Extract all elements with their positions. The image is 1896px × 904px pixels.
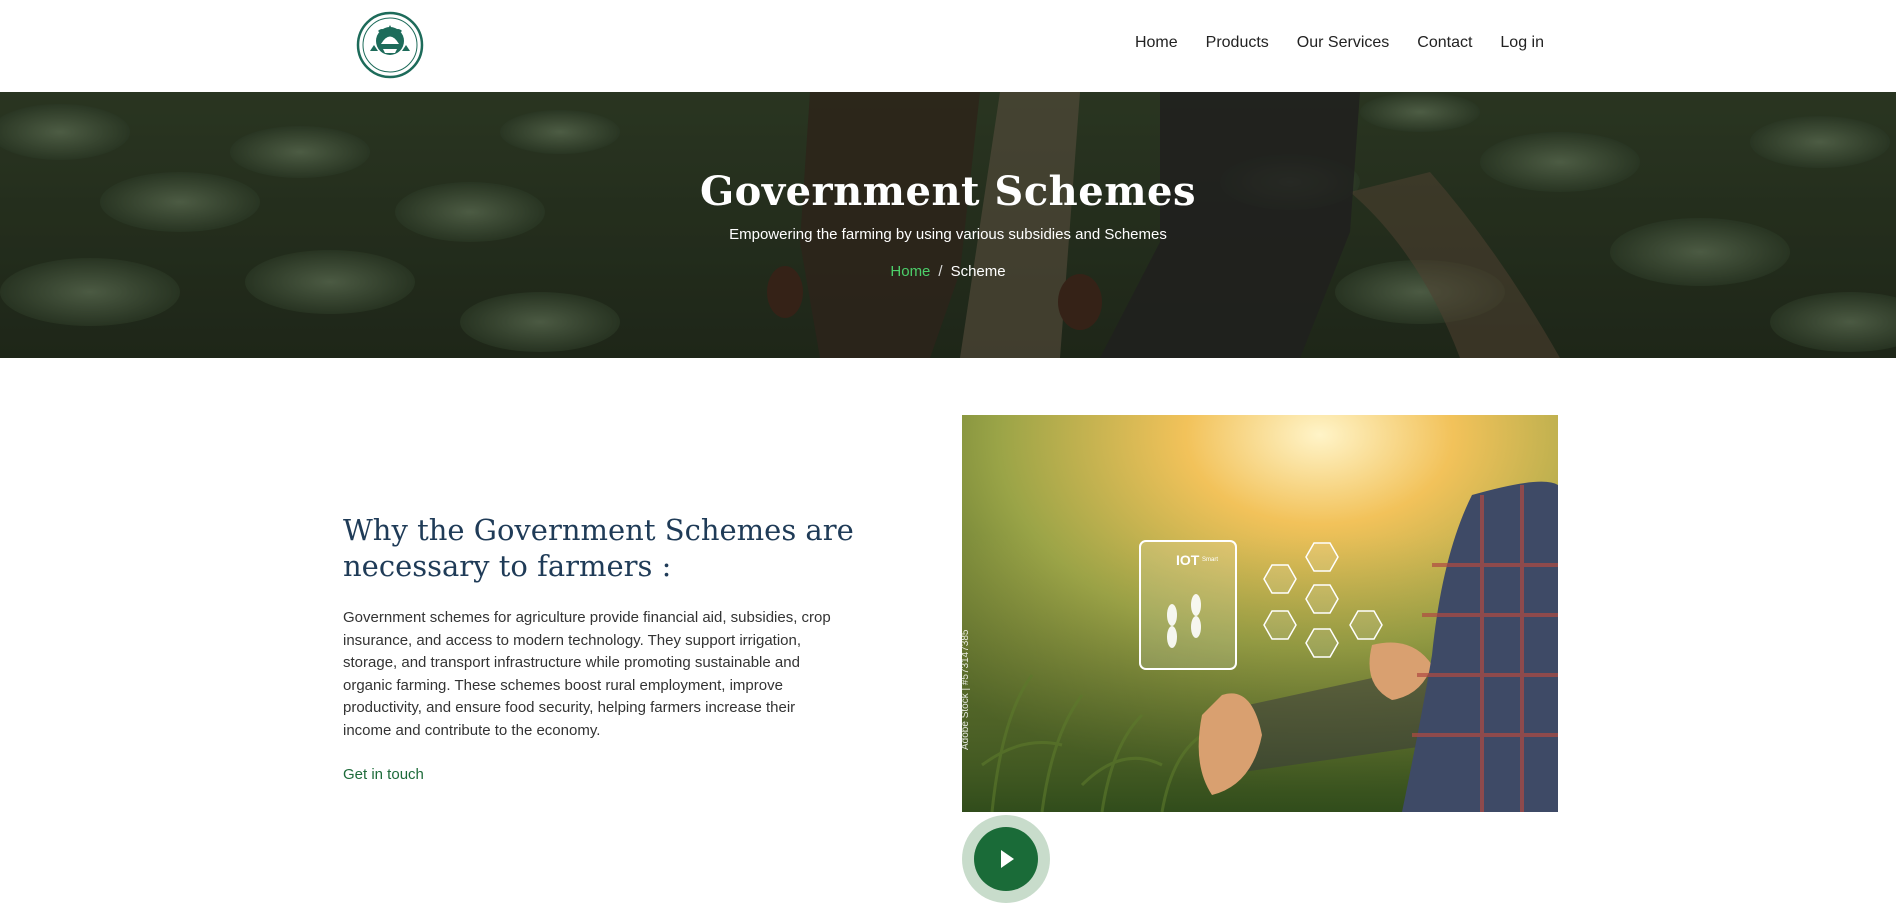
get-in-touch-link[interactable]: Get in touch xyxy=(343,766,424,783)
play-icon xyxy=(1001,850,1014,868)
section-heading: Why the Government Schemes are necessary… xyxy=(343,512,863,584)
page-subtitle: Empowering the farming by using various … xyxy=(729,226,1167,243)
main-nav: Home Products Our Services Contact Log i… xyxy=(1135,34,1544,52)
site-logo[interactable] xyxy=(356,11,424,79)
breadcrumb-separator: / xyxy=(938,263,943,280)
play-video-button[interactable] xyxy=(962,815,1050,903)
logo-emblem-icon xyxy=(356,11,424,79)
top-navbar: Home Products Our Services Contact Log i… xyxy=(0,0,1896,92)
section-heading-line-2: necessary to farmers : xyxy=(343,549,672,583)
nav-products[interactable]: Products xyxy=(1206,34,1269,52)
nav-home[interactable]: Home xyxy=(1135,34,1178,52)
nav-contact[interactable]: Contact xyxy=(1417,34,1472,52)
breadcrumb-home-link[interactable]: Home xyxy=(890,263,930,280)
hero-background-image xyxy=(0,92,1896,358)
iot-label: IOT xyxy=(1176,552,1200,568)
iot-sub-label: Smart xyxy=(1202,557,1218,563)
section-heading-line-1: Why the Government Schemes are xyxy=(343,513,854,547)
nav-our-services[interactable]: Our Services xyxy=(1297,34,1389,52)
section-paragraph: Government schemes for agriculture provi… xyxy=(343,609,831,739)
breadcrumb: Home / Scheme xyxy=(0,263,1896,280)
stock-credit: Adobe Stock | #573147385 xyxy=(960,629,971,750)
feature-image: IOT Smart xyxy=(962,415,1558,812)
page-title: Government Schemes xyxy=(699,168,1196,215)
hero-banner: Government Schemes Empowering the farmin… xyxy=(0,92,1896,358)
breadcrumb-current: Scheme xyxy=(950,263,1006,280)
iot-farming-illustration: IOT Smart xyxy=(962,415,1558,812)
nav-log-in[interactable]: Log in xyxy=(1500,34,1544,52)
